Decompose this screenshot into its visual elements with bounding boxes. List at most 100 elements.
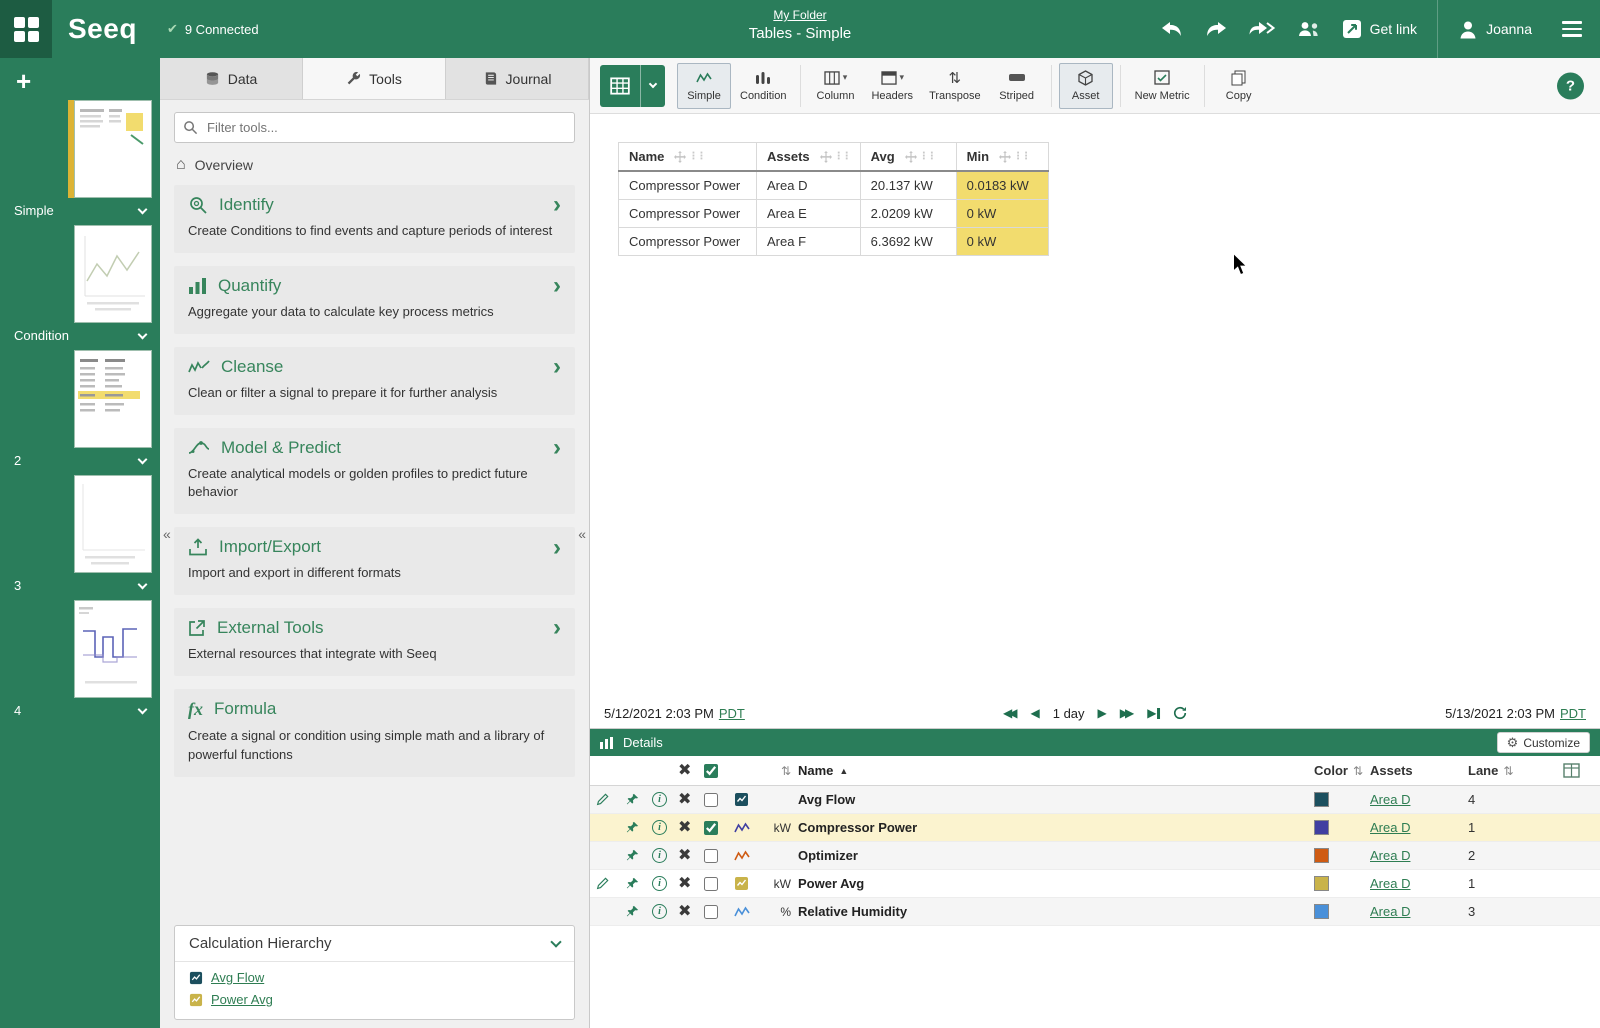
worksheet-thumbnail[interactable]	[74, 475, 152, 573]
undo-button[interactable]	[1160, 20, 1184, 38]
worksheet-label-row[interactable]: 4	[0, 698, 160, 721]
tool-card-external-tools[interactable]: External Tools › External resources that…	[174, 608, 575, 676]
table-view-button[interactable]	[600, 65, 665, 107]
info-icon[interactable]: i	[652, 904, 667, 919]
row-checkbox[interactable]	[704, 793, 718, 807]
collapse-sidebar-button[interactable]: «	[163, 526, 171, 542]
new-worksheet-button[interactable]: +	[16, 68, 31, 94]
color-swatch[interactable]	[1314, 904, 1329, 919]
toolbar-simple-button[interactable]: Simple	[677, 63, 731, 109]
remove-icon[interactable]: ✖	[678, 820, 691, 836]
color-swatch[interactable]	[1314, 876, 1329, 891]
remove-all-icon[interactable]: ✖	[678, 763, 691, 779]
table-row[interactable]: Compressor Power Area E 2.0209 kW 0 kW	[619, 200, 1049, 228]
worksheet-thumbnail[interactable]	[74, 350, 152, 448]
tool-card-formula[interactable]: fx Formula Create a signal or condition …	[174, 689, 575, 777]
tool-card-cleanse[interactable]: Cleanse › Clean or filter a signal to pr…	[174, 347, 575, 415]
pin-icon[interactable]	[626, 877, 639, 890]
color-swatch[interactable]	[1314, 792, 1329, 807]
breadcrumb[interactable]: My Folder	[773, 8, 826, 22]
toolbar-striped-button[interactable]: Striped	[990, 63, 1044, 109]
info-icon[interactable]: i	[652, 876, 667, 891]
sort-by-lane-header[interactable]: Lane⇅	[1458, 763, 1514, 778]
edit-icon[interactable]	[596, 793, 609, 806]
color-swatch[interactable]	[1314, 820, 1329, 835]
detail-row-relative-humidity[interactable]: i ✖ % Relative Humidity Area D 3	[590, 898, 1600, 926]
worksheet-thumbnail[interactable]	[74, 100, 152, 198]
worksheet-label-row[interactable]: 2	[0, 448, 160, 471]
toolbar-column-button[interactable]: ▾ Column	[808, 63, 862, 109]
timezone-link[interactable]: PDT	[1560, 706, 1586, 721]
color-swatch[interactable]	[1314, 848, 1329, 863]
worksheet-label-row[interactable]: Condition	[0, 323, 160, 346]
remove-icon[interactable]: ✖	[678, 904, 691, 920]
sort-by-color-header[interactable]: Color⇅	[1314, 763, 1370, 778]
info-icon[interactable]: i	[652, 848, 667, 863]
toolbar-asset-button[interactable]: Asset	[1059, 63, 1113, 109]
sort-icon[interactable]: ⇅	[781, 764, 791, 778]
column-header-assets[interactable]: Assets⋮⋮	[757, 143, 861, 172]
collapse-tools-button[interactable]: «	[578, 526, 586, 542]
column-header-min[interactable]: Min⋮⋮	[956, 143, 1048, 172]
row-checkbox[interactable]	[704, 821, 718, 835]
asset-link[interactable]: Area D	[1370, 876, 1410, 891]
worksheet-thumbnail[interactable]	[74, 225, 152, 323]
sort-by-name-header[interactable]: Name▲	[798, 763, 1314, 778]
step-back-full-icon[interactable]: ◀◀	[1003, 706, 1017, 720]
chevron-down-icon[interactable]	[640, 65, 665, 107]
remove-icon[interactable]: ✖	[678, 848, 691, 864]
column-header-name[interactable]: Name⋮⋮	[619, 143, 757, 172]
detail-row-optimizer[interactable]: i ✖ Optimizer Area D 2	[590, 842, 1600, 870]
detail-row-avg-flow[interactable]: i ✖ Avg Flow Area D 4	[590, 786, 1600, 814]
tool-card-model-predict[interactable]: Model & Predict › Create analytical mode…	[174, 428, 575, 515]
refresh-icon[interactable]	[1173, 706, 1187, 720]
step-forward-full-icon[interactable]: ▶▶	[1120, 706, 1134, 720]
redo-button[interactable]	[1204, 20, 1228, 38]
tab-data[interactable]: Data	[160, 58, 303, 99]
pin-icon[interactable]	[626, 905, 639, 918]
pin-icon[interactable]	[626, 821, 639, 834]
asset-link[interactable]: Area D	[1370, 848, 1410, 863]
detail-row-power-avg[interactable]: i ✖ kW Power Avg Area D 1	[590, 870, 1600, 898]
asset-link[interactable]: Area D	[1370, 904, 1410, 919]
overview-link[interactable]: ⌂ Overview	[160, 151, 589, 185]
tool-card-identify[interactable]: Identify › Create Conditions to find eve…	[174, 185, 575, 253]
remove-icon[interactable]: ✖	[678, 792, 691, 808]
info-icon[interactable]: i	[652, 820, 667, 835]
remove-icon[interactable]: ✖	[678, 876, 691, 892]
toolbar-transpose-button[interactable]: ⇅ Transpose	[922, 63, 988, 109]
range-start-time[interactable]: 5/12/2021 2:03 PM	[604, 706, 714, 721]
detail-row-compressor-power[interactable]: i ✖ kW Compressor Power Area D 1	[590, 814, 1600, 842]
toolbar-new-metric-button[interactable]: New Metric	[1128, 63, 1197, 109]
tab-journal[interactable]: Journal	[446, 58, 589, 99]
tool-card-import-export[interactable]: Import/Export › Import and export in dif…	[174, 527, 575, 595]
get-link-button[interactable]: Get link	[1342, 19, 1417, 39]
pin-icon[interactable]	[626, 849, 639, 862]
row-checkbox[interactable]	[704, 905, 718, 919]
tool-card-quantify[interactable]: Quantify › Aggregate your data to calcul…	[174, 266, 575, 334]
row-checkbox[interactable]	[704, 849, 718, 863]
pin-icon[interactable]	[626, 793, 639, 806]
worksheet-thumbnail[interactable]	[74, 600, 152, 698]
step-back-half-icon[interactable]: ◀	[1030, 706, 1039, 720]
forward-all-button[interactable]	[1248, 20, 1276, 38]
tab-tools[interactable]: Tools	[303, 58, 446, 99]
app-launcher-button[interactable]	[0, 0, 52, 58]
hamburger-menu-button[interactable]	[1552, 0, 1592, 58]
step-forward-half-icon[interactable]: ▶	[1098, 706, 1107, 720]
range-duration[interactable]: 1 day	[1053, 706, 1085, 721]
table-row[interactable]: Compressor Power Area F 6.3692 kW 0 kW	[619, 228, 1049, 256]
range-end-time[interactable]: 5/13/2021 2:03 PM	[1445, 706, 1555, 721]
calculation-hierarchy-header[interactable]: Calculation Hierarchy	[175, 926, 574, 962]
worksheet-label-row[interactable]: Simple	[0, 198, 160, 221]
calc-item-link[interactable]: Power Avg	[211, 992, 273, 1007]
help-button[interactable]: ?	[1557, 72, 1584, 99]
row-checkbox[interactable]	[704, 877, 718, 891]
step-to-now-icon[interactable]: ▶	[1147, 706, 1160, 720]
user-menu[interactable]: Joanna	[1458, 19, 1532, 39]
edit-icon[interactable]	[596, 877, 609, 890]
column-header-avg[interactable]: Avg⋮⋮	[860, 143, 956, 172]
toolbar-headers-button[interactable]: ▾ Headers	[864, 63, 920, 109]
asset-link[interactable]: Area D	[1370, 820, 1410, 835]
asset-link[interactable]: Area D	[1370, 792, 1410, 807]
